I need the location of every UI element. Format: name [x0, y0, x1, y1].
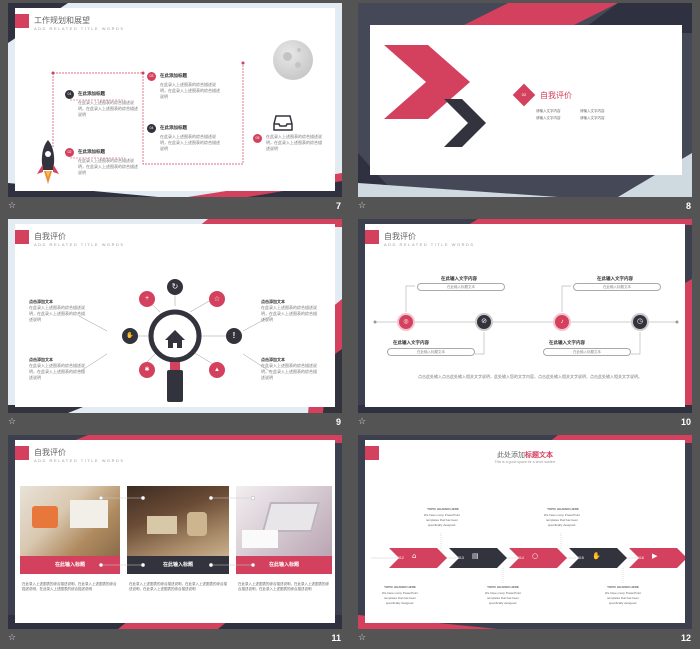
year-2012: 2012	[396, 556, 404, 560]
slide-number: 9	[335, 417, 341, 427]
slide-12[interactable]: 此处添加标题文本 This is a good space for a shor…	[358, 435, 692, 629]
slide-9[interactable]: 自我评价 ADD RELATED TITLE WORDS ↻ + ☆ ✋ ! ✱…	[8, 219, 342, 413]
slide-thumb-10: 自我评价 ADD RELATED TITLE WORDS ◎ ⊘ ♪ ◷ 在此输…	[350, 216, 700, 432]
section-number: 02	[521, 92, 527, 97]
item-body: 在此录入上述图表的综合描述说明，在此录入上述图表的综合描述说明	[78, 158, 138, 175]
step-1-heading: 在此输入文字内容	[441, 276, 477, 281]
hand-icon: ✋	[592, 552, 601, 560]
item-heading: 在此添加标题	[78, 149, 105, 154]
alert-icon: !	[226, 328, 242, 344]
footer-text: 点击此处输入点击此处输入相关文字说明，此处输入您的文字内容，点击此处输入相关文字…	[418, 374, 642, 379]
item-number-badge: 01	[65, 90, 74, 99]
item-heading: 在此添加标题	[160, 125, 187, 130]
inbox-icon	[273, 114, 293, 132]
card-connectors	[98, 495, 256, 568]
slide-star-icon[interactable]: ☆	[358, 202, 366, 211]
topic-heading: TOPIC HEADER HERE	[547, 507, 579, 511]
alarm-clock-icon: ◷	[631, 313, 649, 331]
topic-heading: TOPIC HEADER HERE	[384, 585, 416, 589]
star-icon: ☆	[209, 291, 225, 307]
slide-content: 自我评价 ADD RELATED TITLE WORDS ↻ + ☆ ✋ ! ✱…	[15, 224, 335, 407]
topic-body-3: specifically designed.	[488, 601, 518, 605]
slide-7[interactable]: 工作规划和展望 ADD RELATED TITLE WORDS 01 在此添加标…	[8, 3, 342, 197]
slide-thumb-9: 自我评价 ADD RELATED TITLE WORDS ↻ + ☆ ✋ ! ✱…	[0, 216, 350, 432]
item-number-badge: 05	[253, 134, 262, 143]
topic-heading: TOPIC HEADER HERE	[607, 585, 639, 589]
slide-content: 02 自我评价 请输入文字内容 请输入文字内容 请输入文字内容 请输入文字内容	[370, 25, 682, 175]
slide-star-icon[interactable]: ☆	[358, 418, 366, 427]
moon-icon	[273, 40, 313, 80]
item-body: 在此录入上述图表的综合描述说明，在此录入上述图表的综合描述说明	[160, 82, 220, 99]
section-line-4: 请输入文字内容	[580, 116, 605, 120]
slide-content: 自我评价 ADD RELATED TITLE WORDS 在此输入标题 在此录入…	[15, 440, 335, 623]
slide-content: 自我评价 ADD RELATED TITLE WORDS ◎ ⊘ ♪ ◷ 在此输…	[365, 224, 685, 407]
step-2-pill: 在此输入标题文本	[387, 348, 475, 356]
slide-star-icon[interactable]: ☆	[8, 418, 16, 427]
slide-thumb-7: 工作规划和展望 ADD RELATED TITLE WORDS 01 在此添加标…	[0, 0, 350, 216]
slide-8[interactable]: 02 自我评价 请输入文字内容 请输入文字内容 请输入文字内容 请输入文字内容	[358, 3, 692, 197]
label-top-right-body: 在此录入上述图表的综合描述说明，在此录入上述图表的综合描述说明	[261, 305, 317, 322]
item-heading: 在此添加标题	[78, 91, 105, 96]
step-3-heading: 在此输入文字内容	[597, 276, 633, 281]
item-number-badge: 04	[147, 124, 156, 133]
slide-number: 8	[685, 201, 691, 211]
label-top-left-body: 在此录入上述图表的综合描述说明，在此录入上述图表的综合描述说明	[29, 305, 85, 322]
item-body: 在此录入上述图表的综合描述说明，在此录入上述图表的综合描述说明	[266, 134, 322, 151]
slide-number: 11	[331, 633, 341, 643]
label-bottom-right-body: 在此录入上述图表的综合描述说明，在此录入上述图表的综合描述说明	[261, 363, 317, 380]
topic-body-3: specifically designed.	[547, 523, 577, 527]
section-line-3: 请输入文字内容	[580, 109, 605, 113]
item-body: 在此录入上述图表的综合描述说明，在此录入上述图表的综合描述说明	[160, 134, 220, 151]
slide-star-icon[interactable]: ☆	[358, 634, 366, 643]
refresh-icon: ↻	[167, 279, 183, 295]
home-icon: ⌂	[412, 552, 417, 560]
slide-number: 10	[680, 417, 691, 427]
chart-icon: ▲	[209, 362, 225, 378]
topic-body-3: specifically designed.	[608, 601, 638, 605]
slide-thumb-8: 02 自我评价 请输入文字内容 请输入文字内容 请输入文字内容 请输入文字内容 …	[350, 0, 700, 216]
section-title: 自我评价	[540, 91, 572, 100]
item-body: 在此录入上述图表的综合描述说明，在此录入上述图表的综合描述说明	[78, 100, 138, 117]
slide-thumb-12: 此处添加标题文本 This is a good space for a shor…	[350, 432, 700, 648]
step-4-pill: 在此输入标题文本	[543, 348, 631, 356]
rocket-icon	[37, 140, 59, 191]
year-2016: 2016	[636, 556, 644, 560]
topic-heading: TOPIC HEADER HERE	[427, 507, 459, 511]
step-2-heading: 在此输入文字内容	[393, 340, 429, 345]
slide-number: 7	[335, 201, 341, 211]
slide-content: 工作规划和展望 ADD RELATED TITLE WORDS 01 在此添加标…	[15, 8, 335, 191]
slide-star-icon[interactable]: ☆	[8, 634, 16, 643]
slide-star-icon[interactable]: ☆	[8, 202, 16, 211]
microphone-icon: ♪	[553, 313, 571, 331]
slide-thumb-11: 自我评价 ADD RELATED TITLE WORDS 在此输入标题 在此录入…	[0, 432, 350, 648]
document-icon: ▤	[472, 552, 479, 560]
step-4-heading: 在此输入文字内容	[549, 340, 585, 345]
item-number-badge: 03	[147, 72, 156, 81]
step-3-pill: 在此输入标题文本	[573, 283, 661, 291]
topic-body-3: specifically designed.	[427, 523, 457, 527]
year-2013: 2013	[456, 556, 464, 560]
compass-icon: ⊘	[475, 313, 493, 331]
slide-10[interactable]: 自我评价 ADD RELATED TITLE WORDS ◎ ⊘ ♪ ◷ 在此输…	[358, 219, 692, 413]
bug-icon: ✱	[139, 362, 155, 378]
slide-11[interactable]: 自我评价 ADD RELATED TITLE WORDS 在此输入标题 在此录入…	[8, 435, 342, 629]
topic-body-3: specifically designed.	[385, 601, 415, 605]
section-line-1: 请输入文字内容	[536, 109, 561, 113]
slide-content: 此处添加标题文本 This is a good space for a shor…	[365, 440, 685, 623]
step-1-pill: 在此输入标题文本	[417, 283, 505, 291]
label-bottom-left-body: 在此录入上述图表的综合描述说明，在此录入上述图表的综合描述说明	[29, 363, 85, 380]
slide-number: 12	[680, 633, 691, 643]
thumbs-up-icon: ✋	[122, 328, 138, 344]
lightbulb-icon: ◎	[397, 313, 415, 331]
item-heading: 在此添加标题	[160, 73, 187, 78]
year-2014: 2014	[516, 556, 524, 560]
bulb-icon: ○	[532, 552, 539, 560]
section-line-2: 请输入文字内容	[536, 116, 561, 120]
topic-heading: TOPIC HEADER HERE	[487, 585, 519, 589]
item-number-badge: 02	[65, 148, 74, 157]
year-2015: 2015	[576, 556, 584, 560]
add-user-icon: +	[139, 291, 155, 307]
video-icon: ▶	[652, 552, 658, 560]
